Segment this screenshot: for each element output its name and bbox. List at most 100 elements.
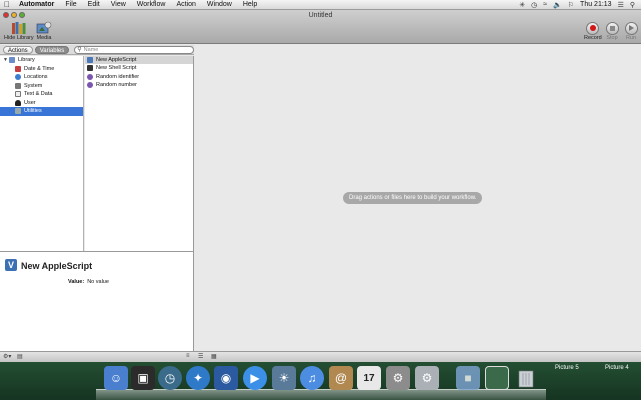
tree-item-system[interactable]: System bbox=[0, 82, 83, 91]
list-icon[interactable]: ☰ bbox=[618, 1, 624, 9]
search-placeholder: Name bbox=[83, 46, 99, 53]
dock-picture-label[interactable]: Picture 4 bbox=[605, 365, 629, 371]
media-label: Media bbox=[36, 35, 52, 41]
menu-bar:  Automator File Edit View Workflow Acti… bbox=[0, 0, 641, 10]
applescript-icon bbox=[87, 57, 93, 64]
search-icon: ⚲ bbox=[77, 47, 82, 53]
description-value: Value: No value bbox=[68, 279, 109, 285]
list-view-icon[interactable]: ☰ bbox=[198, 353, 203, 360]
menu-action[interactable]: Action bbox=[171, 0, 201, 10]
media-button[interactable]: Media bbox=[36, 21, 52, 41]
time-machine-icon[interactable]: ◷ bbox=[158, 366, 182, 390]
finder-icon[interactable]: ☺ bbox=[104, 366, 128, 390]
run-label: Run bbox=[625, 35, 637, 41]
gear-icon[interactable]: ⚙▾ bbox=[3, 353, 11, 360]
calendar-icon bbox=[15, 65, 21, 72]
random-icon bbox=[87, 73, 93, 80]
library-header: Actions Variables ⚲ Name bbox=[0, 45, 194, 55]
tree-item-text-data[interactable]: Text & Data bbox=[0, 90, 83, 99]
dashboard-icon[interactable]: ▣ bbox=[131, 366, 155, 390]
hide-library-label: Hide Library bbox=[4, 35, 34, 41]
stop-label: Stop bbox=[606, 35, 618, 41]
window-bottom-bar: ⚙▾ ▤ ≡ ☰ ▦ bbox=[0, 351, 641, 362]
menu-edit[interactable]: Edit bbox=[83, 0, 106, 10]
tree-item-label: User bbox=[24, 99, 36, 106]
action-random-identifier[interactable]: Random identifier bbox=[85, 73, 193, 81]
description-pane: V New AppleScript Value: No value bbox=[0, 251, 194, 361]
tree-item-date-time[interactable]: Date & Time bbox=[0, 65, 83, 74]
tree-item-library[interactable]: ▼ Library bbox=[0, 56, 83, 65]
workflow-area[interactable]: Drag actions or files here to build your… bbox=[195, 45, 641, 361]
tree-item-label: Text & Data bbox=[24, 91, 53, 98]
itunes-icon[interactable]: ♫ bbox=[300, 366, 324, 390]
folder-icon[interactable]: ■ bbox=[456, 366, 480, 390]
run-button[interactable]: Run bbox=[623, 21, 639, 41]
address-book-icon[interactable]: @ bbox=[329, 366, 353, 390]
tree-item-locations[interactable]: Locations bbox=[0, 73, 83, 82]
record-label: Record bbox=[584, 35, 602, 41]
tree-item-utilities[interactable]: Utilities bbox=[0, 107, 83, 116]
tree-item-label: Locations bbox=[24, 74, 48, 81]
record-icon bbox=[586, 21, 600, 35]
user-icon bbox=[15, 99, 21, 106]
action-list: New AppleScript New Shell Script Random … bbox=[85, 56, 194, 251]
system-icon bbox=[15, 82, 21, 89]
action-label: New Shell Script bbox=[96, 65, 137, 72]
dock-picture-label[interactable]: Picture 5 bbox=[555, 365, 579, 371]
search-field[interactable]: ⚲ Name bbox=[74, 45, 194, 54]
value-text: No value bbox=[87, 279, 109, 285]
media-icon bbox=[36, 21, 52, 35]
resize-grip-icon[interactable]: ≡ bbox=[186, 353, 190, 359]
wifi-icon[interactable]: ≈ bbox=[543, 1, 547, 8]
menu-help[interactable]: Help bbox=[238, 0, 263, 10]
column-view-icon[interactable]: ▦ bbox=[211, 353, 217, 360]
action-new-shell-script[interactable]: New Shell Script bbox=[85, 64, 193, 72]
tree-item-label: Library bbox=[18, 57, 35, 64]
time-machine-icon[interactable]: ◷ bbox=[531, 1, 537, 9]
description-title: New AppleScript bbox=[21, 261, 93, 271]
tab-variables[interactable]: Variables bbox=[34, 45, 70, 54]
library-icon bbox=[9, 57, 15, 64]
bluetooth-icon[interactable]: ✳ bbox=[519, 1, 525, 9]
tab-actions[interactable]: Actions bbox=[3, 45, 33, 54]
iphoto-icon[interactable]: ☀ bbox=[272, 366, 296, 390]
menu-clock[interactable]: Thu 21:13 bbox=[580, 1, 612, 8]
ical-icon[interactable]: 17 bbox=[357, 366, 381, 390]
trash-icon[interactable] bbox=[514, 366, 538, 390]
panel-toggle-icon[interactable]: ▤ bbox=[17, 353, 23, 360]
action-label: Random identifier bbox=[96, 73, 140, 80]
stop-button[interactable]: Stop bbox=[604, 21, 620, 41]
ichat-icon[interactable]: ▶ bbox=[243, 366, 267, 390]
menu-workflow[interactable]: Workflow bbox=[132, 0, 172, 10]
menu-file[interactable]: File bbox=[60, 0, 82, 10]
volume-icon[interactable]: 🔈 bbox=[553, 1, 562, 9]
calendar-day: 17 bbox=[363, 372, 375, 384]
system-preferences-icon[interactable]: ⚙ bbox=[386, 366, 410, 390]
automator-window: Untitled Hide Library Media Record Stop … bbox=[0, 10, 641, 362]
safari-icon[interactable]: ✦ bbox=[186, 366, 210, 390]
tree-item-label: Utilities bbox=[24, 108, 42, 115]
menu-view[interactable]: View bbox=[106, 0, 132, 10]
action-label: New AppleScript bbox=[96, 57, 137, 64]
flag-icon[interactable]: ⚐ bbox=[568, 1, 574, 9]
drop-hint: Drag actions or files here to build your… bbox=[343, 192, 483, 204]
window-toolbar: Untitled Hide Library Media Record Stop … bbox=[0, 10, 641, 44]
value-label: Value: bbox=[68, 279, 85, 285]
record-button[interactable]: Record bbox=[584, 21, 602, 41]
random-icon bbox=[87, 82, 93, 89]
apple-menu-icon[interactable]:  bbox=[0, 0, 14, 9]
menu-window[interactable]: Window bbox=[202, 0, 238, 10]
spotlight-icon[interactable]: ⚲ bbox=[630, 1, 635, 9]
screenshot-thumbnail-icon[interactable] bbox=[485, 366, 509, 390]
action-new-applescript[interactable]: New AppleScript bbox=[85, 56, 193, 65]
tree-item-user[interactable]: User bbox=[0, 99, 83, 108]
library-tree: ▼ Library Date & Time Locations System T… bbox=[0, 56, 84, 251]
action-random-number[interactable]: Random number bbox=[85, 81, 193, 89]
tree-item-label: Date & Time bbox=[24, 65, 55, 72]
preview-icon[interactable]: ◉ bbox=[214, 366, 238, 390]
automator-icon[interactable]: ⚙ bbox=[415, 366, 439, 390]
tree-item-label: System bbox=[24, 82, 43, 89]
menu-automator[interactable]: Automator bbox=[14, 0, 60, 10]
hide-library-button[interactable]: Hide Library bbox=[4, 21, 34, 41]
applescript-icon: V bbox=[5, 259, 17, 271]
